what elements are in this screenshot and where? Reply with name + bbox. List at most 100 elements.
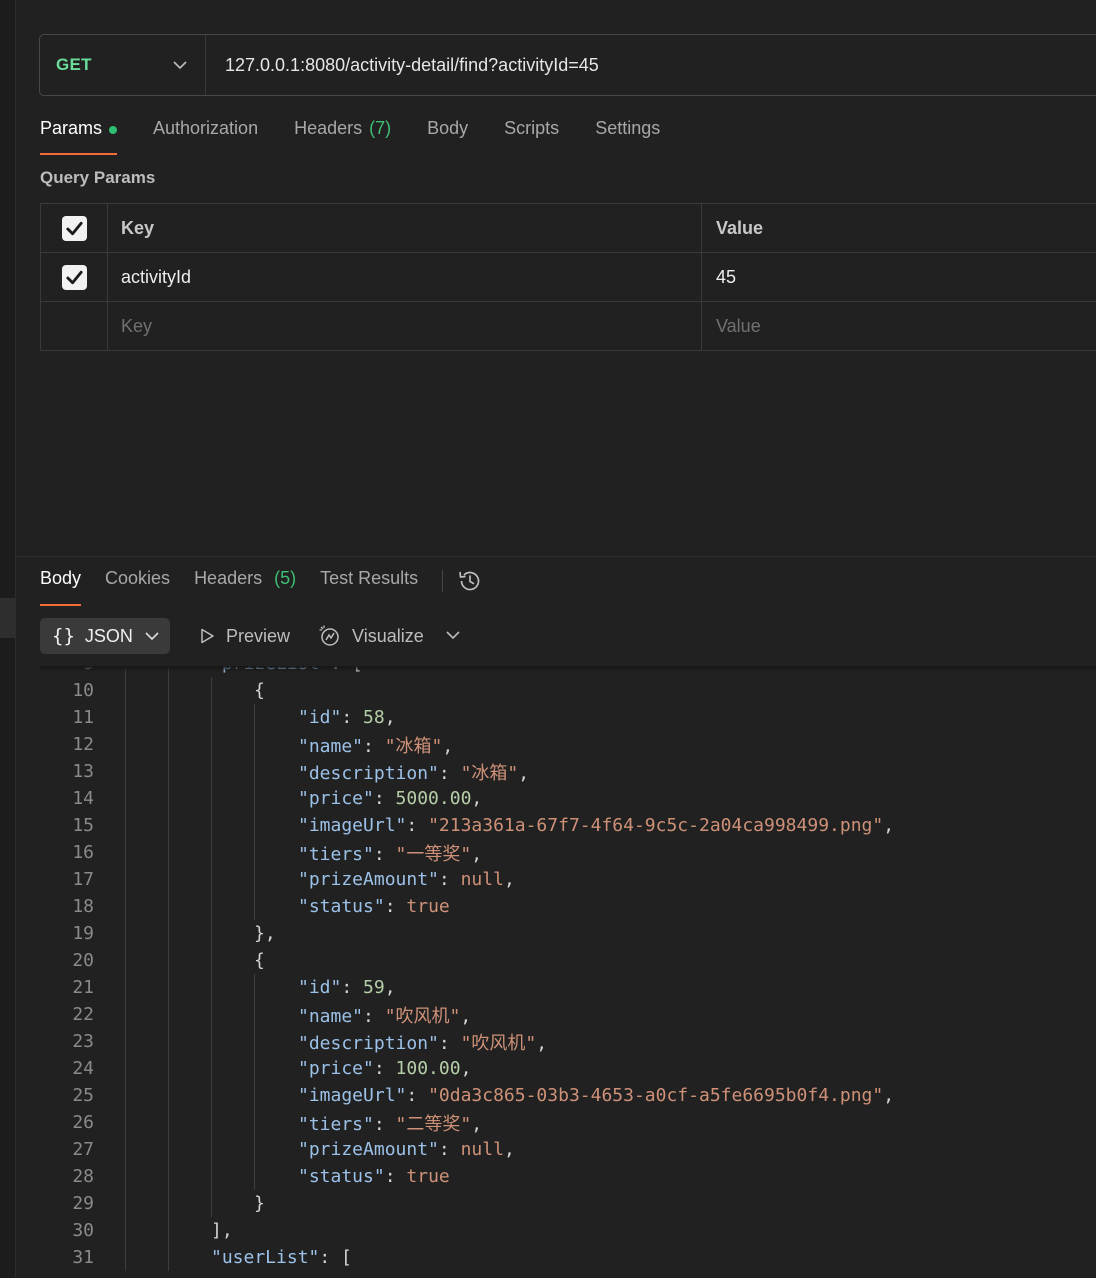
code-line: 24 "price": 100.00, [40, 1055, 471, 1082]
code-token: : [341, 707, 364, 728]
code-token: , [883, 1085, 895, 1106]
preview-label: Preview [226, 625, 291, 646]
code-token: : [438, 1139, 461, 1160]
indent-guide [125, 1082, 126, 1109]
value-column-header: Value [716, 217, 764, 238]
code-token: , [883, 815, 895, 836]
code-token: }, [254, 923, 276, 944]
indent-guide [168, 677, 169, 704]
indent-guide [125, 1163, 126, 1190]
code-token: , [384, 977, 396, 998]
line-number: 17 [72, 869, 94, 890]
code-token: "price" [298, 1058, 374, 1079]
indent-guide [211, 731, 212, 758]
code-token: , [471, 1113, 483, 1135]
line-number: 19 [72, 923, 94, 944]
code-token: , [384, 707, 396, 728]
code-text: }, [254, 923, 276, 944]
indent-guide [125, 1001, 126, 1028]
sidebar-active-marker [0, 598, 16, 638]
response-divider[interactable] [16, 556, 1096, 557]
code-line: 25 "imageUrl": "0da3c865-03b3-4653-a0cf-a… [40, 1082, 894, 1109]
indent-guide [254, 839, 255, 866]
indent-guide [211, 1136, 212, 1163]
line-number: 25 [72, 1085, 94, 1106]
code-token: "description" [298, 762, 439, 784]
preview-button[interactable]: Preview [198, 626, 290, 647]
check-icon [65, 221, 83, 235]
param-enabled-checkbox[interactable] [61, 264, 87, 290]
tab-cookies[interactable]: Cookies [105, 568, 170, 606]
code-token: "冰箱" [460, 762, 519, 784]
tab-scripts[interactable]: Scripts [504, 118, 559, 156]
code-line: 14 "price": 5000.00, [40, 785, 482, 812]
format-select[interactable]: {} JSON [40, 618, 170, 654]
code-token: , [536, 1032, 548, 1054]
tab-body[interactable]: Body [427, 118, 468, 156]
tab-params-label: Params [40, 118, 103, 138]
indent-guide [211, 893, 212, 920]
history-icon[interactable] [457, 568, 483, 594]
code-text: ], [211, 1220, 233, 1241]
indent-guide [211, 758, 212, 785]
indent-guide [211, 1109, 212, 1136]
indent-guide [125, 893, 126, 920]
indent-guide [254, 785, 255, 812]
code-line: 28 "status": true [40, 1163, 450, 1190]
line-number: 20 [72, 950, 94, 971]
indent-guide [211, 839, 212, 866]
line-number: 27 [72, 1139, 94, 1160]
tab-authorization[interactable]: Authorization [153, 118, 258, 156]
indent-guide [168, 1109, 169, 1136]
check-icon [65, 270, 83, 284]
param-key-input[interactable]: activityId [108, 253, 702, 301]
code-token: "price" [298, 788, 374, 809]
indent-guide [125, 704, 126, 731]
visualize-icon [319, 625, 339, 646]
method-select[interactable]: GET [40, 35, 206, 95]
indent-guide [254, 1136, 255, 1163]
check-cell [40, 253, 108, 301]
tab-headers[interactable]: Headers (7) [294, 118, 391, 156]
indent-guide [168, 1082, 169, 1109]
url-input[interactable]: 127.0.0.1:8080/activity-detail/find?acti… [206, 55, 599, 76]
line-number: 21 [72, 977, 94, 998]
indent-guide [168, 731, 169, 758]
code-token: : [438, 869, 461, 890]
code-token: : [373, 1058, 396, 1079]
code-text: "price": 100.00, [298, 1058, 471, 1079]
code-token: : [384, 1166, 407, 1187]
tab-response-body[interactable]: Body [40, 568, 82, 606]
new-key-input[interactable]: Key [108, 302, 702, 350]
code-line: 21 "id": 59, [40, 974, 396, 1001]
tab-test-results[interactable]: Test Results [320, 568, 418, 606]
chevron-down-icon [145, 629, 159, 644]
code-text: "prizeAmount": null, [298, 869, 515, 890]
code-text: "id": 58, [298, 707, 396, 728]
tab-settings[interactable]: Settings [595, 118, 660, 156]
code-text: "description": "吹风机", [298, 1029, 547, 1055]
tab-response-headers[interactable]: Headers (5) [194, 568, 296, 606]
new-value-input[interactable]: Value [702, 302, 1096, 350]
code-token: , [460, 1005, 472, 1027]
indent-guide [168, 1163, 169, 1190]
response-body-editor[interactable]: 9"prizeList": [10{11"id": 58,12"name": "… [40, 666, 1096, 1278]
code-token: true [406, 896, 450, 917]
visualize-button[interactable]: Visualize [318, 624, 424, 648]
code-line: 23 "description": "吹风机", [40, 1028, 547, 1055]
indent-guide [211, 1001, 212, 1028]
code-text: "imageUrl": "0da3c865-03b3-4653-a0cf-a5f… [298, 1085, 894, 1106]
tab-params[interactable]: Params [40, 118, 118, 156]
editor-top-shadow [40, 666, 1096, 672]
code-text: "description": "冰箱", [298, 759, 529, 785]
code-line: 17 "prizeAmount": null, [40, 866, 515, 893]
indent-guide [125, 1190, 126, 1217]
param-value-input[interactable]: 45 [702, 253, 1096, 301]
indent-guide [211, 920, 212, 947]
code-line: 16 "tiers": "一等奖", [40, 839, 482, 866]
select-all-checkbox[interactable] [61, 215, 87, 241]
code-token: : [406, 1085, 429, 1106]
chevron-down-icon[interactable] [446, 627, 460, 645]
code-text: "name": "吹风机", [298, 1002, 471, 1028]
code-line: 12 "name": "冰箱", [40, 731, 453, 758]
